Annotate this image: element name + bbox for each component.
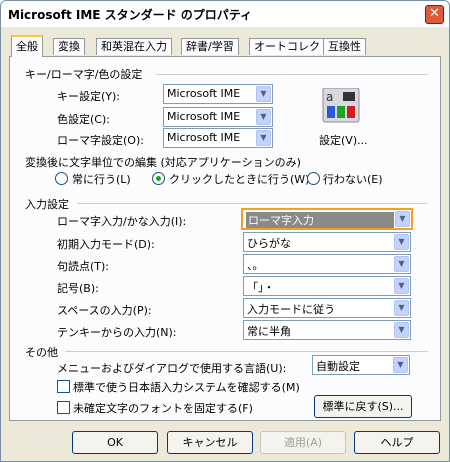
confirm-ime-checkbox[interactable] [57,380,70,393]
edit-group-title: 変換後に文字単位での編集 (対応アプリケーションのみ) [25,156,301,169]
color-settings-select[interactable]: Microsoft IME ▼ [163,107,273,127]
chevron-down-icon: ▼ [394,300,409,316]
apply-button[interactable]: 適用(A) [260,431,346,454]
chevron-down-icon: ▼ [394,256,409,272]
language-select[interactable]: 自動設定 ▼ [312,355,410,375]
settings-button[interactable]: 設定(V)... [319,132,368,148]
chevron-down-icon: ▼ [395,211,410,227]
chevron-down-icon: ▼ [393,357,408,373]
punctuation-select[interactable]: 、。 ▼ [243,254,411,274]
punctuation-label: 句読点(T): [57,260,110,273]
tab-mixed-input[interactable]: 和英混在入力 [96,38,172,55]
chevron-down-icon: ▼ [394,234,409,250]
tab-compatibility[interactable]: 互換性 [323,38,366,55]
radio-on-click-label[interactable]: クリックしたときに行う(W) [169,171,309,187]
numpad-input-value: 常に半角 [247,325,291,338]
fix-font-label[interactable]: 未確定文字のフォントを固定する(F) [73,400,253,416]
romaji-settings-select[interactable]: Microsoft IME ▼ [163,128,273,148]
properties-dialog: Microsoft IME スタンダード のプロパティ ✕ 全般 変換 和英混在… [0,0,450,462]
radio-always-label[interactable]: 常に行う(L) [72,171,131,187]
space-input-value: 入力モードに従う [247,303,335,316]
radio-on-click[interactable] [152,172,165,185]
romaji-settings-label: ローマ字設定(O): [57,134,144,147]
fix-font-checkbox[interactable] [57,401,70,414]
romaji-settings-value: Microsoft IME [167,131,241,144]
symbol-label: 記号(B): [57,282,99,295]
radio-never[interactable] [307,172,320,185]
language-label: メニューおよびダイアログで使用する言語(U): [57,362,287,375]
group-divider [156,74,428,75]
chevron-down-icon: ▼ [394,322,409,338]
chevron-down-icon: ▼ [394,278,409,294]
input-method-value: ローマ字入力 [246,212,394,228]
chevron-down-icon: ▼ [256,86,271,102]
initial-mode-select[interactable]: ひらがな ▼ [243,232,411,252]
space-input-label: スペースの入力(P): [57,304,152,317]
space-input-select[interactable]: 入力モードに従う ▼ [243,298,411,318]
radio-never-label[interactable]: 行わない(E) [323,171,383,187]
other-group-title: その他 [25,346,58,359]
close-icon: ✕ [429,6,440,21]
input-method-label: ローマ字入力/かな入力(I): [57,215,187,228]
key-settings-select[interactable]: Microsoft IME ▼ [163,84,273,104]
initial-mode-value: ひらがな [247,237,291,250]
ok-button[interactable]: OK [72,431,158,454]
close-button[interactable]: ✕ [425,5,444,24]
input-method-select[interactable]: ローマ字入力 ▼ [241,208,413,230]
confirm-ime-label[interactable]: 標準で使う日本語入力システムを確認する(M) [73,379,300,395]
key-group-title: キー/ローマ字/色の設定 [25,68,143,81]
punctuation-value: 、。 [247,259,264,272]
tab-general[interactable]: 全般 [11,35,43,57]
tab-dictionary[interactable]: 辞書/学習 [181,38,239,55]
radio-always[interactable] [55,172,68,185]
color-settings-value: Microsoft IME [167,110,241,123]
language-value: 自動設定 [316,360,360,373]
window-title: Microsoft IME スタンダード のプロパティ [8,8,253,22]
color-settings-label: 色設定(C): [57,113,110,126]
group-divider [65,351,428,352]
input-group-title: 入力設定 [25,198,69,211]
symbol-select[interactable]: 「」・ ▼ [243,276,411,296]
title-bar[interactable]: Microsoft IME スタンダード のプロパティ ✕ [1,1,449,27]
key-settings-label: キー設定(Y): [57,90,121,103]
group-divider [77,203,428,204]
chevron-down-icon: ▼ [256,130,271,146]
numpad-input-label: テンキーからの入力(N): [57,326,177,339]
chevron-down-icon: ▼ [256,109,271,125]
svg-text:a: a [326,90,333,104]
reset-default-button[interactable]: 標準に戻す(S)... [314,395,412,418]
symbol-value: 「」・ [247,281,275,294]
ime-settings-icon[interactable]: a [321,87,361,124]
tab-conversion[interactable]: 変換 [53,38,85,55]
numpad-input-select[interactable]: 常に半角 ▼ [243,320,411,340]
initial-mode-label: 初期入力モード(D): [57,238,155,251]
cancel-button[interactable]: キャンセル [167,431,253,454]
key-settings-value: Microsoft IME [167,87,241,100]
help-button[interactable]: ヘルプ [354,431,440,454]
